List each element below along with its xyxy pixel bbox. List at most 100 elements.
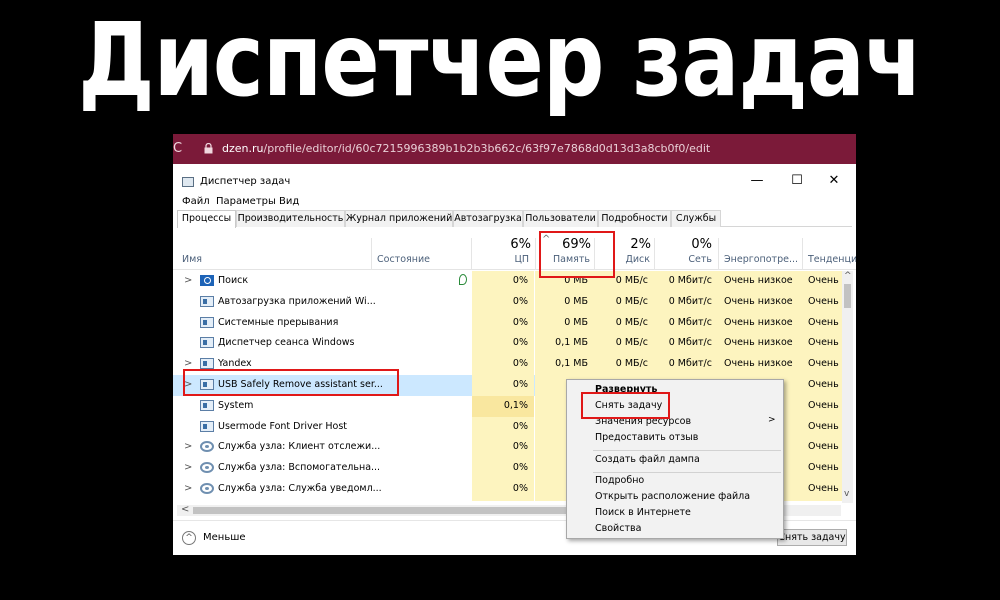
process-disk: 0 МБ/с (615, 358, 648, 370)
submenu-arrow-icon: > (768, 415, 776, 425)
col-network-pct: 0% (691, 237, 712, 252)
app-window-icon (200, 399, 214, 411)
app-window-icon (200, 420, 214, 432)
process-cpu: 0% (512, 337, 528, 349)
process-name: Служба узла: Клиент отслежи... (218, 441, 381, 453)
column-divider (371, 238, 372, 270)
process-trend: Очень (808, 378, 839, 390)
col-name[interactable]: Имя (182, 254, 202, 265)
process-cpu: 0,1% (503, 399, 528, 411)
tab-app-history[interactable]: Журнал приложений (345, 210, 453, 227)
ctx-go-to-details[interactable]: Подробно (595, 475, 644, 486)
expand-chevron-icon[interactable]: > (184, 483, 192, 494)
process-cpu: 0% (512, 482, 528, 494)
column-divider (471, 238, 472, 270)
ctx-feedback[interactable]: Предоставить отзыв (595, 432, 698, 443)
expand-chevron-icon[interactable]: > (184, 358, 192, 369)
maximize-button[interactable]: ☐ (777, 170, 817, 192)
scroll-up-icon[interactable]: ^ (844, 271, 852, 281)
process-name: System (218, 399, 254, 411)
process-disk: 0 МБ/с (615, 295, 648, 307)
process-cpu: 0% (512, 420, 528, 432)
process-mem: 0,1 МБ (555, 337, 588, 349)
process-row[interactable]: Диспетчер сеанса Windows 0% 0,1 МБ 0 МБ/с 0 … (173, 333, 843, 355)
tab-performance[interactable]: Производительность (236, 210, 345, 227)
menu-options[interactable]: Параметры (216, 196, 276, 207)
process-name: Usermode Font Driver Host (218, 420, 348, 432)
col-cpu[interactable]: ЦП (473, 254, 529, 265)
process-disk: 0 МБ/с (615, 275, 648, 286)
tab-startup[interactable]: Автозагрузка (453, 210, 523, 227)
process-name: Диспетчер сеанса Windows (218, 337, 355, 349)
ctx-properties[interactable]: Свойства (595, 523, 641, 534)
tab-strip: Процессы Производительность Журнал прило… (177, 210, 852, 228)
url-host: dzen.ru (222, 142, 264, 155)
process-energy: Очень низкое (724, 337, 793, 349)
lock-icon (204, 143, 213, 154)
process-name: Служба узла: Служба уведомл... (218, 482, 382, 494)
process-name: Системные прерывания (218, 316, 339, 328)
process-energy: Очень низкое (724, 358, 793, 370)
process-name: Автозагрузка приложений Wi... (218, 295, 376, 307)
suspended-leaf-icon (459, 274, 467, 285)
scroll-down-icon[interactable]: v (844, 489, 849, 499)
ctx-search-online[interactable]: Поиск в Интернете (595, 507, 691, 518)
collapse-up-icon[interactable]: ^ (182, 531, 196, 545)
tab-users[interactable]: Пользователи (523, 210, 598, 227)
tab-processes[interactable]: Процессы (177, 210, 236, 228)
horizontal-scroll-thumb[interactable] (193, 507, 578, 514)
minimize-button[interactable]: — (737, 170, 777, 192)
col-network[interactable]: Сеть (654, 254, 712, 265)
highlight-selected-process (183, 369, 399, 396)
process-trend: Очень (808, 275, 839, 286)
process-row[interactable]: Системные прерывания 0% 0 МБ 0 МБ/с 0 Мбит/с… (173, 312, 843, 334)
screenshot-panel: C dzen.ru/profile/editor/id/60c721599638… (173, 134, 856, 555)
tab-services[interactable]: Службы (671, 210, 721, 227)
process-mem: 0 МБ (564, 295, 588, 307)
reload-icon[interactable]: C (173, 141, 182, 156)
app-window-icon (200, 337, 214, 349)
col-energy[interactable]: Энергопотре... (724, 254, 798, 265)
expand-chevron-icon[interactable]: > (184, 462, 192, 473)
service-gear-icon (200, 441, 214, 453)
process-disk: 0 МБ/с (615, 337, 648, 349)
app-window-icon (200, 358, 214, 370)
task-manager-icon (182, 177, 194, 187)
menu-separator (593, 472, 781, 473)
tab-details[interactable]: Подробности (598, 210, 671, 227)
column-divider (802, 238, 803, 270)
end-task-button[interactable]: Снять задачу (777, 529, 847, 546)
process-trend: Очень (808, 316, 839, 328)
process-row[interactable]: Автозагрузка приложений Wi... 0% 0 МБ 0 МБ/… (173, 291, 843, 313)
expand-chevron-icon[interactable]: > (184, 275, 192, 286)
col-trend[interactable]: Тенденци (808, 254, 856, 265)
menu-view[interactable]: Вид (279, 196, 299, 207)
highlight-end-task (581, 392, 670, 419)
vertical-scrollbar[interactable]: ^ v (842, 271, 853, 503)
process-trend: Очень (808, 441, 839, 453)
col-status[interactable]: Состояние (377, 254, 430, 265)
app-window-icon (200, 295, 214, 307)
ctx-create-dump[interactable]: Создать файл дампа (595, 454, 700, 465)
vertical-scroll-thumb[interactable] (844, 284, 851, 308)
browser-address-bar[interactable]: C dzen.ru/profile/editor/id/60c721599638… (173, 134, 856, 164)
expand-chevron-icon[interactable]: > (184, 441, 192, 452)
process-cpu: 0% (512, 295, 528, 307)
fewer-details-link[interactable]: Меньше (203, 532, 246, 543)
process-energy: Очень низкое (724, 275, 793, 286)
ctx-open-file-location[interactable]: Открыть расположение файла (595, 491, 750, 502)
scroll-left-icon[interactable]: < (181, 504, 189, 515)
process-trend: Очень (808, 295, 839, 307)
close-button[interactable]: ✕ (814, 170, 854, 192)
highlight-memory (539, 231, 615, 278)
process-net: 0 Мбит/с (668, 337, 712, 349)
process-row[interactable]: > Поиск 0% 0 МБ 0 МБ/с 0 Мбит/с Очень низкое Оч… (173, 271, 843, 292)
column-divider (718, 238, 719, 270)
url-text[interactable]: dzen.ru/profile/editor/id/60c7215996389b… (222, 142, 710, 155)
menu-file[interactable]: Файл (182, 196, 210, 207)
process-cpu: 0% (512, 441, 528, 453)
process-trend: Очень (808, 358, 839, 370)
process-trend: Очень (808, 420, 839, 432)
url-path: /profile/editor/id/60c7215996389b1b2b3b6… (263, 142, 711, 155)
process-name: Служба узла: Вспомогательна... (218, 462, 381, 474)
